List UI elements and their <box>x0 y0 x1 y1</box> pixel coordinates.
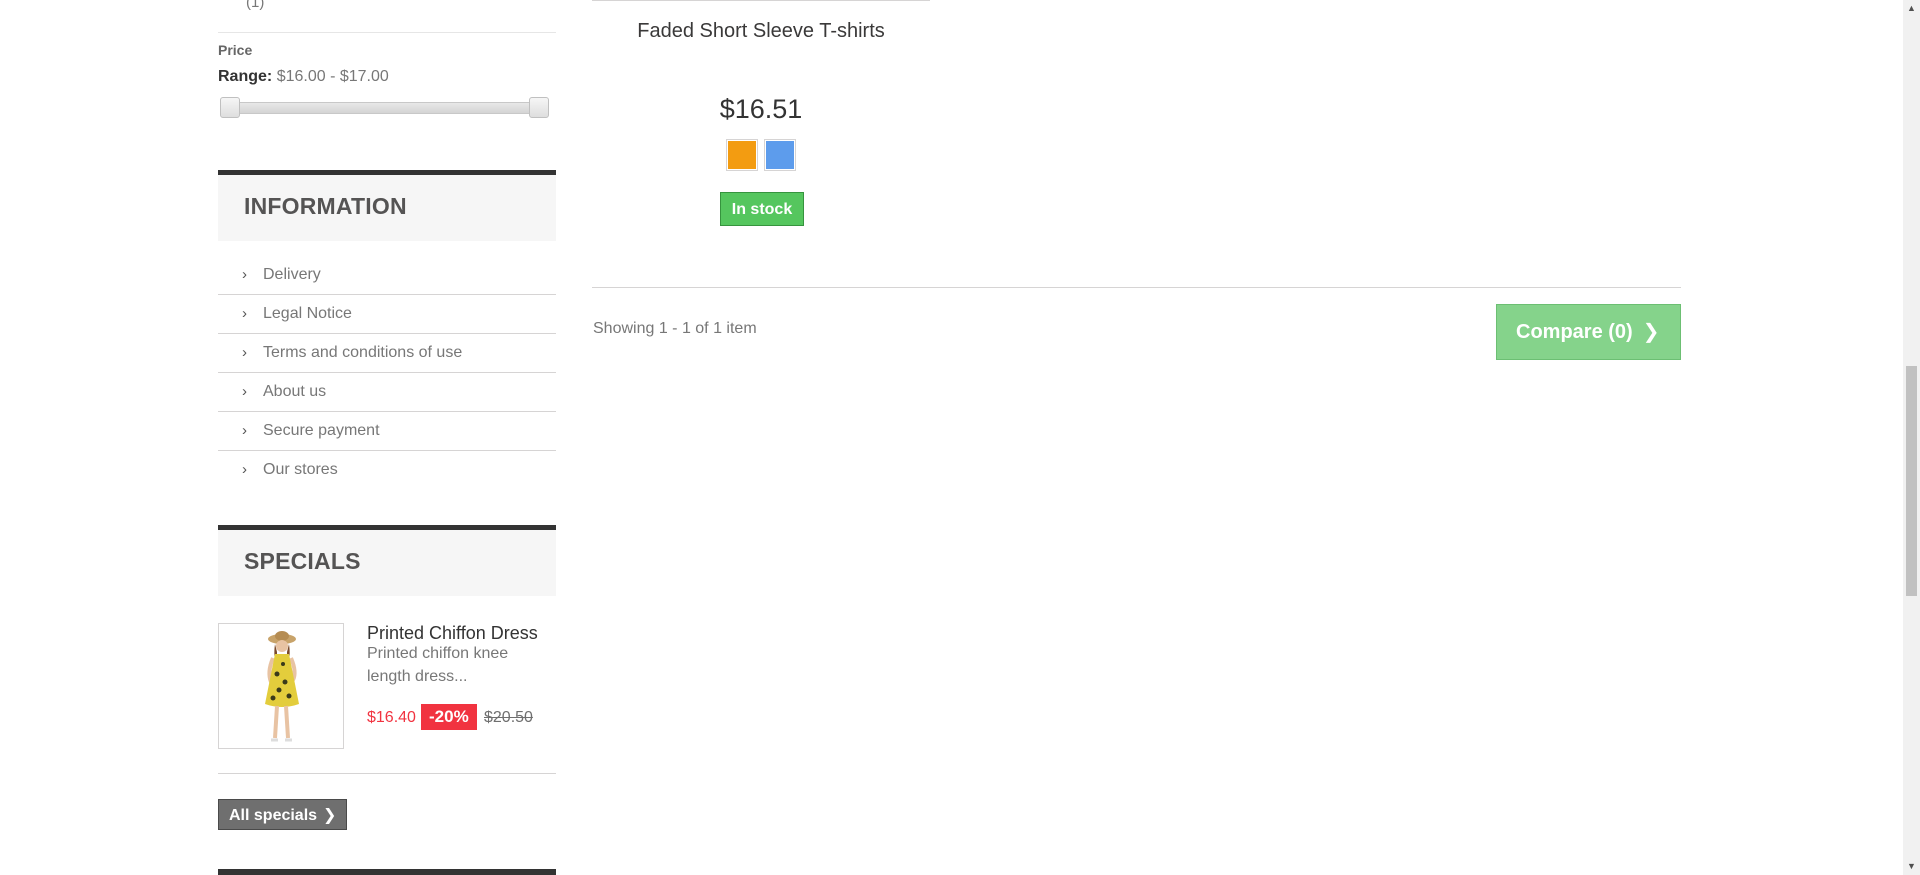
special-product-name[interactable]: Printed Chiffon Dress <box>367 623 538 644</box>
information-item-label[interactable]: Legal Notice <box>263 305 352 323</box>
price-filter: Price Range: $16.00 - $17.00 <box>218 42 556 118</box>
chevron-right-icon: ❯ <box>323 807 337 824</box>
chevron-right-icon: › <box>242 422 247 439</box>
availability-badge: In stock <box>720 192 804 226</box>
information-item-label[interactable]: Terms and conditions of use <box>263 344 462 362</box>
special-product-description: Printed chiffon knee length dress... <box>367 645 509 685</box>
orange-swatch[interactable] <box>726 139 758 171</box>
information-item-delivery[interactable]: › Delivery <box>218 256 556 295</box>
price-filter-title: Price <box>218 42 253 58</box>
filter-row-partial: (1) <box>218 0 556 33</box>
special-product-image[interactable] <box>218 623 344 749</box>
chevron-right-icon: › <box>242 344 247 361</box>
information-item-legal-notice[interactable]: › Legal Notice <box>218 295 556 334</box>
page: (1) Price Range: $16.00 - $17.00 INFORMA… <box>0 0 1920 875</box>
all-specials-label: All specials <box>229 807 318 824</box>
specials-title[interactable]: SPECIALS <box>244 548 361 575</box>
price-slider[interactable] <box>220 97 549 118</box>
information-item-our-stores[interactable]: › Our stores <box>218 451 556 489</box>
compare-label: Compare (0) <box>1516 321 1633 343</box>
price-slider-min-handle[interactable] <box>220 97 240 118</box>
filter-count: (1) <box>246 0 265 11</box>
next-block-border <box>218 869 556 875</box>
product-name[interactable]: Faded Short Sleeve T-shirts <box>592 20 930 43</box>
information-item-terms[interactable]: › Terms and conditions of use <box>218 334 556 373</box>
showing-count: Showing 1 - 1 of 1 item <box>593 320 757 337</box>
information-item-secure-payment[interactable]: › Secure payment <box>218 412 556 451</box>
chevron-right-icon: › <box>242 461 247 478</box>
price-range-value: $16.00 - $17.00 <box>276 68 389 85</box>
color-swatches <box>726 139 796 171</box>
vertical-scrollbar[interactable]: ▲ ▼ <box>1903 0 1920 875</box>
scroll-thumb[interactable] <box>1906 366 1917 596</box>
information-list: › Delivery › Legal Notice › Terms and co… <box>218 256 556 489</box>
listing-divider <box>592 287 1681 288</box>
blue-swatch[interactable] <box>764 139 796 171</box>
chevron-right-icon: ❯ <box>1642 321 1660 343</box>
information-item-about-us[interactable]: › About us <box>218 373 556 412</box>
chevron-right-icon: › <box>242 383 247 400</box>
special-product-old-price: $20.50 <box>484 709 533 726</box>
price-slider-max-handle[interactable] <box>529 97 549 118</box>
specials-block-header[interactable]: SPECIALS <box>218 525 556 596</box>
special-product-discount-badge: -20% <box>421 704 477 730</box>
dress-model-image <box>219 624 343 748</box>
information-title[interactable]: INFORMATION <box>244 193 407 220</box>
information-item-label[interactable]: Our stores <box>263 461 338 479</box>
product-price: $16.51 <box>719 94 803 124</box>
information-item-label[interactable]: About us <box>263 383 326 401</box>
compare-button[interactable]: Compare (0) ❯ <box>1496 304 1681 360</box>
information-item-label[interactable]: Secure payment <box>263 422 380 440</box>
all-specials-button[interactable]: All specials ❯ <box>218 799 348 830</box>
chevron-right-icon: › <box>242 266 247 283</box>
chevron-right-icon: › <box>242 305 247 322</box>
information-item-label[interactable]: Delivery <box>263 266 321 284</box>
scroll-down-icon[interactable]: ▼ <box>1903 858 1920 875</box>
product-divider <box>592 0 930 1</box>
information-block-header[interactable]: INFORMATION <box>218 170 556 241</box>
price-range: Range: $16.00 - $17.00 <box>218 68 556 86</box>
special-product-price: $16.40 <box>367 709 416 726</box>
price-range-label: Range: <box>218 68 273 85</box>
special-product: Printed Chiffon Dress Printed chiffon kn… <box>218 623 556 774</box>
scroll-up-icon[interactable]: ▲ <box>1903 0 1920 17</box>
